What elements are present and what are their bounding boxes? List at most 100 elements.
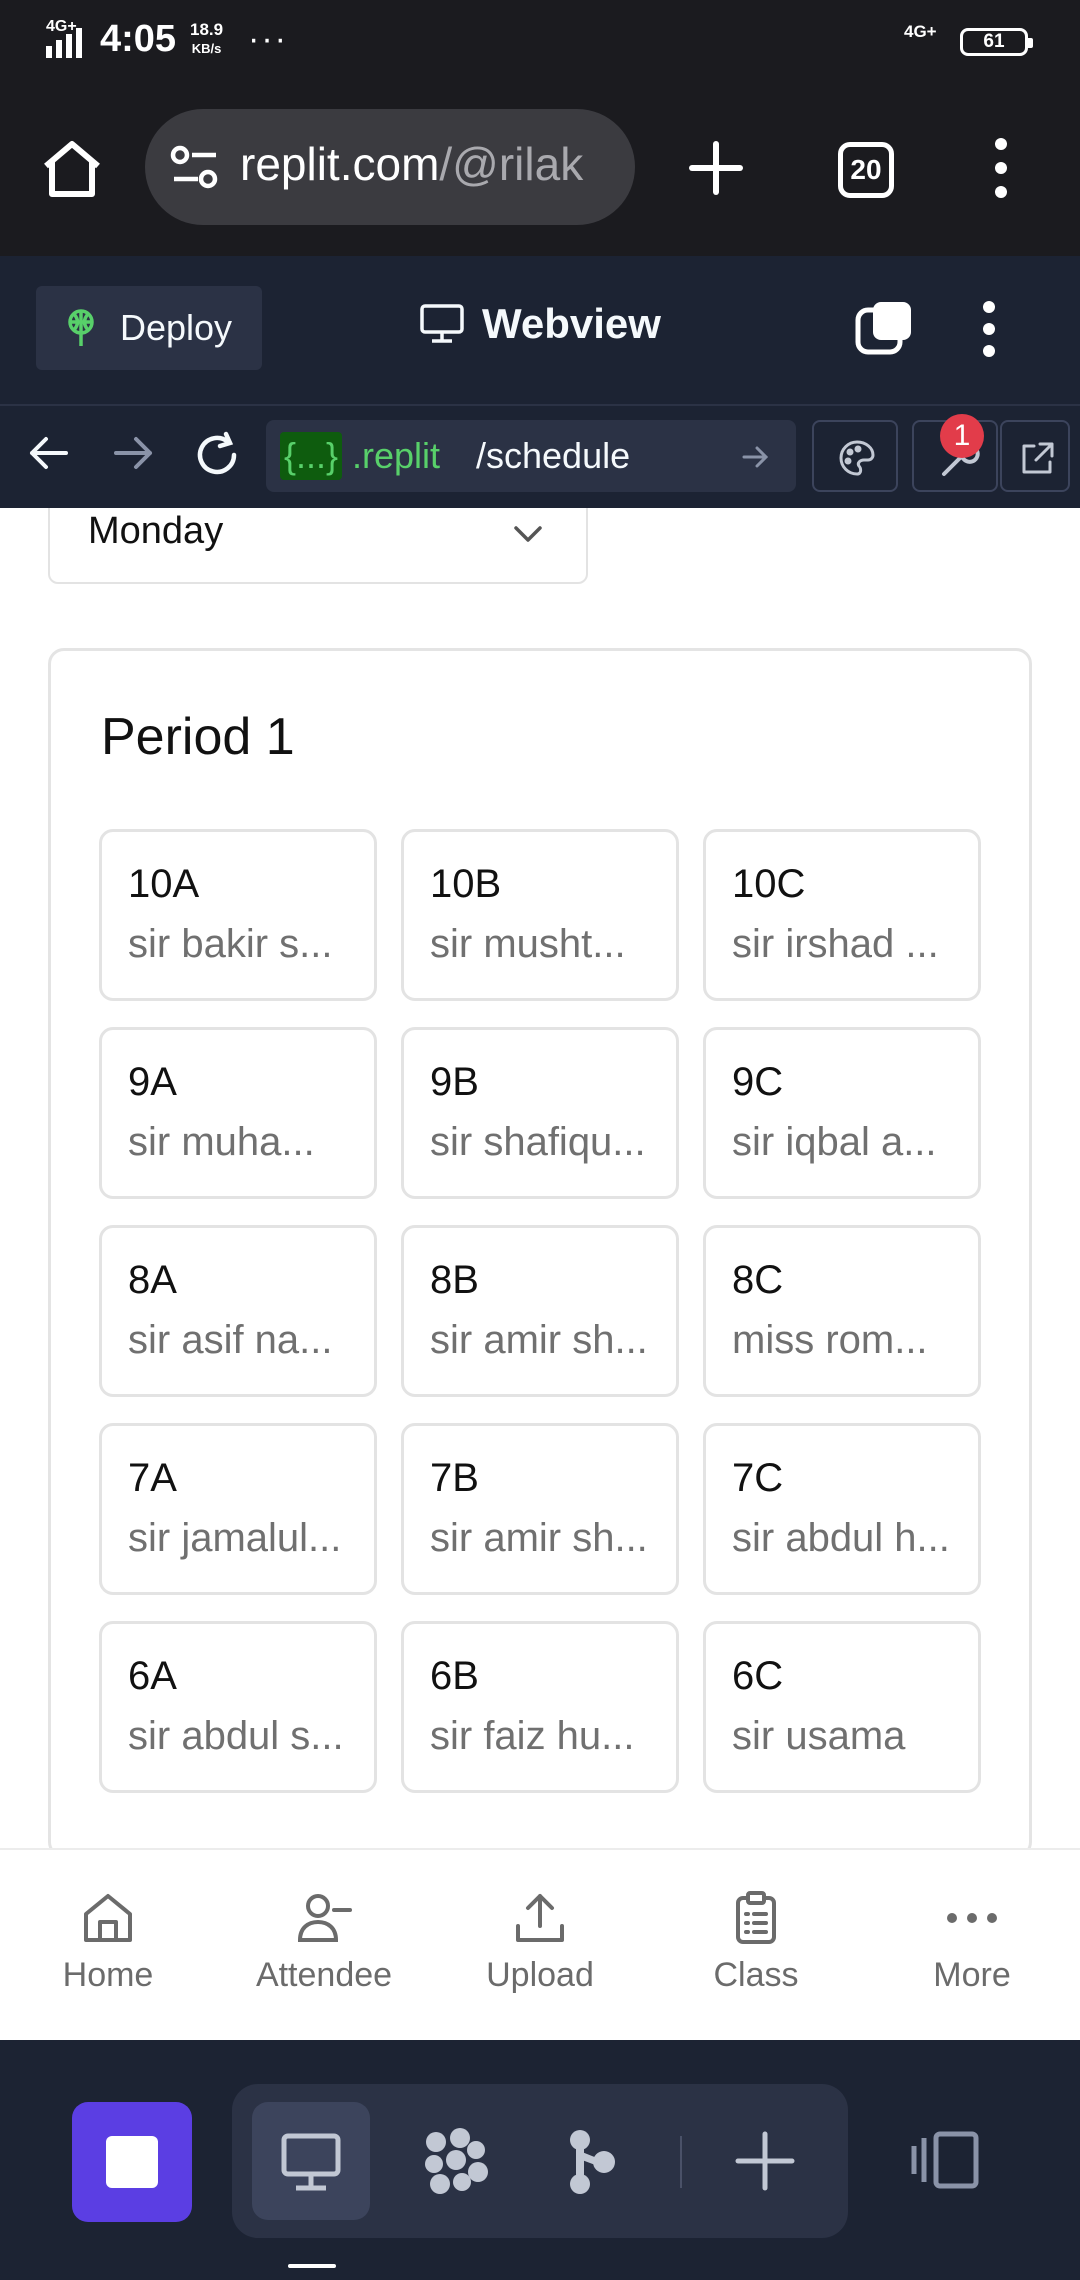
devtools-url-row: {...} .replit /schedule bbox=[0, 406, 1080, 508]
class-name: 9B bbox=[430, 1060, 479, 1104]
period-card: Period 1 10A sir bakir s... 10B sir musht..… bbox=[48, 648, 1032, 1858]
sidebar-toggle-icon[interactable] bbox=[910, 2128, 982, 2192]
teacher-name: sir jamalul... bbox=[128, 1516, 342, 1560]
class-name: 6C bbox=[732, 1654, 784, 1698]
open-new-window-button[interactable] bbox=[1000, 420, 1070, 492]
theme-button[interactable] bbox=[812, 420, 898, 492]
add-tool-button[interactable] bbox=[706, 2102, 824, 2220]
class-name: 7C bbox=[732, 1456, 784, 1500]
class-name: 6A bbox=[128, 1654, 177, 1698]
class-cell[interactable]: 7C sir abdul h... bbox=[703, 1423, 981, 1595]
class-cell[interactable]: 10A sir bakir s... bbox=[99, 829, 377, 1001]
class-name: 6B bbox=[430, 1654, 479, 1698]
teacher-name: miss rom... bbox=[732, 1318, 928, 1362]
arrow-right-icon[interactable] bbox=[740, 442, 770, 472]
class-cell[interactable]: 9A sir muha... bbox=[99, 1027, 377, 1199]
class-cell[interactable]: 9B sir shafiqu... bbox=[401, 1027, 679, 1199]
clock: 4:05 bbox=[100, 18, 177, 60]
reload-icon[interactable] bbox=[192, 430, 242, 480]
class-name: 10A bbox=[128, 862, 200, 906]
status-bar: 4G+ 4:05 18.9 KB/s ··· 4G+ 61 bbox=[0, 0, 1080, 84]
url-text: replit.com/@rilak bbox=[240, 138, 584, 190]
notification-badge: 1 bbox=[940, 414, 984, 458]
stop-icon bbox=[106, 2136, 158, 2188]
stop-button[interactable] bbox=[72, 2102, 192, 2222]
plus-icon[interactable] bbox=[684, 136, 748, 200]
home-indicator bbox=[288, 2264, 336, 2268]
teacher-name: sir amir sh... bbox=[430, 1516, 648, 1560]
teacher-name: sir shafiqu... bbox=[430, 1120, 646, 1164]
nav-class-label: Class bbox=[713, 1956, 799, 1994]
teacher-name: sir iqbal a... bbox=[732, 1120, 937, 1164]
teacher-name: sir bakir s... bbox=[128, 922, 333, 966]
class-name: 10B bbox=[430, 862, 502, 906]
git-tool-button[interactable] bbox=[532, 2102, 650, 2220]
divider bbox=[680, 2136, 682, 2188]
bottom-navigation: Home Attendee Upload Class More bbox=[0, 1848, 1080, 2040]
plus-icon bbox=[735, 2131, 795, 2191]
class-name: 8A bbox=[128, 1258, 177, 1302]
class-cell[interactable]: 7A sir jamalul... bbox=[99, 1423, 377, 1595]
git-branch-icon bbox=[570, 2130, 615, 2194]
class-name: 7A bbox=[128, 1456, 177, 1500]
user-minus-icon bbox=[297, 1894, 352, 1942]
site-settings-icon[interactable] bbox=[170, 145, 220, 191]
webview-tool-button[interactable] bbox=[252, 2102, 370, 2220]
arrow-right-icon[interactable] bbox=[110, 430, 156, 476]
teacher-name: sir abdul h... bbox=[732, 1516, 950, 1560]
class-cell[interactable]: 10B sir musht... bbox=[401, 829, 679, 1001]
clipboard-icon bbox=[736, 1891, 776, 1944]
tab-switcher-button[interactable]: 20 bbox=[838, 142, 894, 198]
class-cell[interactable]: 6A sir abdul s... bbox=[99, 1621, 377, 1793]
class-name: 9C bbox=[732, 1060, 784, 1104]
nav-attendee[interactable]: Attendee bbox=[216, 1850, 432, 2042]
class-cell[interactable]: 6B sir faiz hu... bbox=[401, 1621, 679, 1793]
class-cell[interactable]: 7B sir amir sh... bbox=[401, 1423, 679, 1595]
day-select[interactable]: Monday bbox=[48, 508, 588, 584]
nav-home-label: Home bbox=[62, 1956, 154, 1994]
more-horizontal-icon bbox=[947, 1913, 997, 1923]
url-domain: .replit bbox=[352, 435, 441, 476]
teacher-name: sir musht... bbox=[430, 922, 626, 966]
nav-more[interactable]: More bbox=[864, 1850, 1080, 2042]
deploy-label: Deploy bbox=[120, 307, 233, 348]
nav-upload[interactable]: Upload bbox=[432, 1850, 648, 2042]
external-link-icon bbox=[1022, 442, 1054, 474]
class-name: 7B bbox=[430, 1456, 479, 1500]
nav-class[interactable]: Class bbox=[648, 1850, 864, 2042]
webview-page: Monday Period 1 10A sir bakir s... 10B sir … bbox=[0, 508, 1080, 2038]
url-badge: {...} bbox=[280, 432, 343, 480]
webview-label: Webview bbox=[482, 300, 661, 347]
more-vertical-icon[interactable] bbox=[980, 300, 998, 358]
class-cell[interactable]: 8B sir amir sh... bbox=[401, 1225, 679, 1397]
day-select-value: Monday bbox=[88, 510, 224, 552]
deploy-button[interactable]: Deploy bbox=[36, 286, 262, 370]
class-cell[interactable]: 6C sir usama bbox=[703, 1621, 981, 1793]
address-bar[interactable]: replit.com/@rilak bbox=[145, 109, 635, 225]
teacher-name: sir asif na... bbox=[128, 1318, 333, 1362]
more-vertical-icon[interactable] bbox=[986, 136, 1016, 200]
replit-toolbar bbox=[0, 2040, 1080, 2280]
home-icon[interactable] bbox=[40, 136, 104, 200]
tool-group bbox=[232, 2084, 848, 2238]
class-cell[interactable]: 10C sir irshad ... bbox=[703, 829, 981, 1001]
replit-header: Deploy Webview bbox=[0, 256, 1080, 406]
deploy-icon bbox=[68, 309, 94, 346]
home-icon bbox=[84, 1894, 132, 1942]
nav-upload-label: Upload bbox=[486, 1956, 594, 1994]
floating-window-icon[interactable] bbox=[855, 300, 913, 358]
teacher-name: sir muha... bbox=[128, 1120, 315, 1164]
class-name: 8C bbox=[732, 1258, 784, 1302]
monitor-icon bbox=[281, 2133, 341, 2191]
workspace-tool-button[interactable] bbox=[396, 2102, 514, 2220]
class-cell[interactable]: 8C miss rom... bbox=[703, 1225, 981, 1397]
nav-attendee-label: Attendee bbox=[255, 1956, 393, 1994]
teacher-name: sir usama bbox=[732, 1714, 906, 1758]
class-cell[interactable]: 8A sir asif na... bbox=[99, 1225, 377, 1397]
network-type-right: 4G+ bbox=[904, 22, 937, 41]
nav-home[interactable]: Home bbox=[0, 1850, 216, 2042]
class-cell[interactable]: 9C sir iqbal a... bbox=[703, 1027, 981, 1199]
webview-url-field[interactable]: {...} .replit /schedule bbox=[266, 420, 796, 492]
webview-tab-title: Webview bbox=[420, 300, 661, 348]
arrow-left-icon[interactable] bbox=[26, 430, 72, 476]
